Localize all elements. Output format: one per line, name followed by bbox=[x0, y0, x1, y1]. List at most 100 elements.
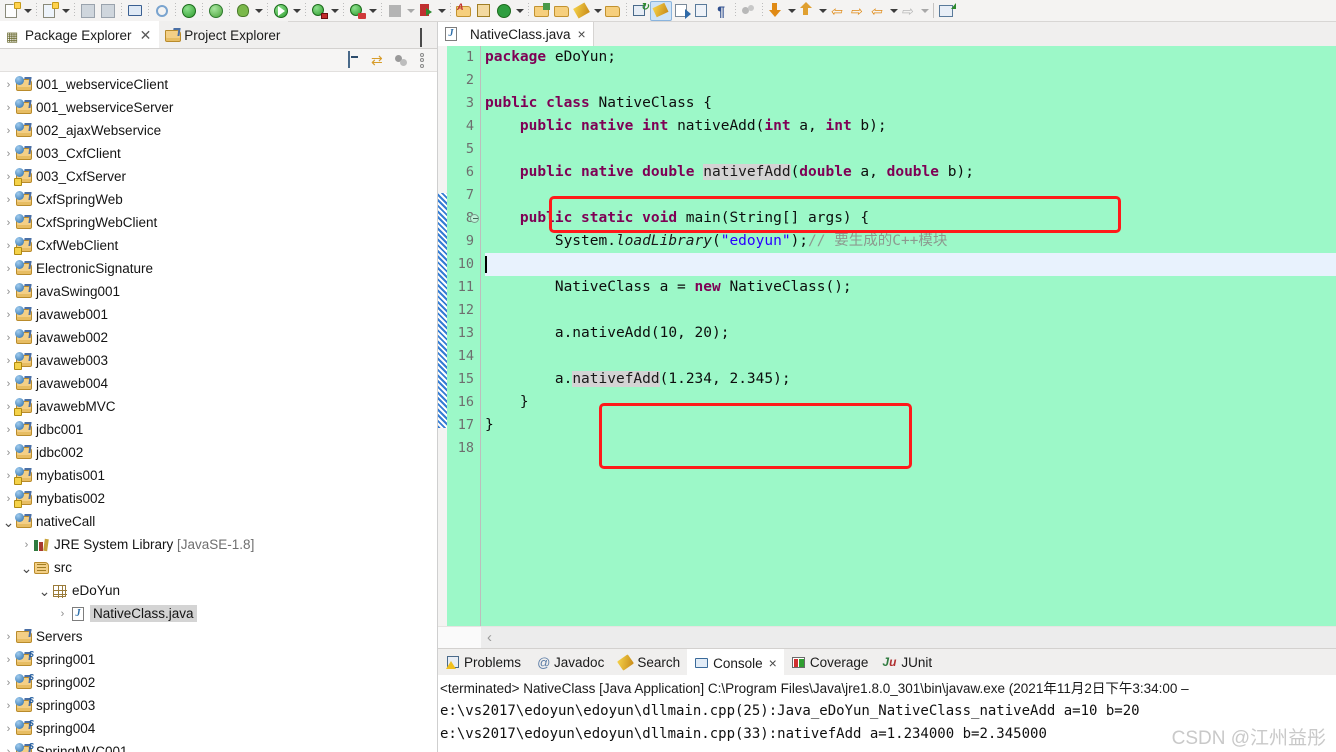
tree-item[interactable]: ⌄ nativeCall bbox=[0, 510, 437, 533]
chevron-right-icon[interactable]: › bbox=[2, 447, 15, 459]
view-more-icon[interactable] bbox=[417, 52, 427, 68]
console-output[interactable]: <terminated> NativeClass [Java Applicati… bbox=[438, 675, 1336, 752]
tree-item[interactable]: › 003_CxfServer bbox=[0, 165, 437, 188]
tree-item[interactable]: ⌄ eDoYun bbox=[0, 579, 437, 602]
link-with-editor-icon[interactable]: ⇄ bbox=[371, 52, 387, 68]
open-perspective-button[interactable] bbox=[937, 1, 957, 21]
run-external-tools-dropdown[interactable] bbox=[367, 3, 378, 19]
tree-item[interactable]: › 003_CxfClient bbox=[0, 142, 437, 165]
back-dropdown[interactable] bbox=[888, 3, 899, 19]
forward-dropdown[interactable] bbox=[919, 3, 930, 19]
tree-item[interactable]: › 001_webserviceServer bbox=[0, 96, 437, 119]
package-explorer-toolbar[interactable]: ⇄ bbox=[0, 49, 437, 72]
editor-tabbar[interactable]: NativeClass.java × bbox=[438, 22, 1336, 46]
tree-item[interactable]: › javaSwing001 bbox=[0, 280, 437, 303]
chevron-right-icon[interactable]: › bbox=[2, 125, 15, 137]
tree-item[interactable]: › mybatis002 bbox=[0, 487, 437, 510]
chevron-right-icon[interactable]: › bbox=[2, 309, 15, 321]
code-line[interactable]: public native double nativefAdd(double a… bbox=[485, 161, 1336, 184]
run-on-server-button[interactable] bbox=[309, 1, 329, 21]
tab-package-explorer[interactable]: ▦ Package Explorer ✕ bbox=[0, 21, 160, 48]
chevron-down-icon[interactable]: ⌄ bbox=[2, 515, 15, 529]
stop-button[interactable] bbox=[385, 1, 405, 21]
debug-dropdown[interactable] bbox=[253, 3, 264, 19]
generate-button[interactable] bbox=[494, 1, 514, 21]
maximize-icon[interactable] bbox=[420, 28, 433, 47]
tree-item[interactable]: › javaweb003 bbox=[0, 349, 437, 372]
console-tab-junit[interactable]: Ju JUnit bbox=[875, 649, 939, 675]
tree-item[interactable]: › Servers bbox=[0, 625, 437, 648]
chevron-right-icon[interactable]: › bbox=[2, 194, 15, 206]
download-button[interactable] bbox=[766, 1, 786, 21]
minimize-icon[interactable] bbox=[404, 31, 417, 44]
scroll-left-icon[interactable]: ‹ bbox=[487, 629, 492, 646]
chevron-down-icon[interactable]: ⌄ bbox=[20, 561, 33, 575]
previous-annotation-dropdown[interactable] bbox=[817, 3, 828, 19]
code-line[interactable] bbox=[485, 437, 1336, 460]
chevron-right-icon[interactable]: › bbox=[56, 608, 69, 620]
chevron-right-icon[interactable]: › bbox=[2, 332, 15, 344]
chevron-right-icon[interactable]: › bbox=[2, 148, 15, 160]
spring-boot-button[interactable] bbox=[206, 1, 226, 21]
forward-history-button[interactable]: ⇨ bbox=[848, 1, 868, 21]
tab-nativeclass-java[interactable]: NativeClass.java × bbox=[438, 22, 594, 46]
chevron-right-icon[interactable]: › bbox=[2, 677, 15, 689]
console-tab-search[interactable]: Search bbox=[611, 649, 687, 675]
code-line[interactable] bbox=[485, 69, 1336, 92]
tree-item[interactable]: › javawebMVC bbox=[0, 395, 437, 418]
open-folder-button[interactable] bbox=[603, 1, 623, 21]
new-wizard-button[interactable] bbox=[2, 1, 22, 21]
chevron-right-icon[interactable]: › bbox=[2, 263, 15, 275]
code-line[interactable] bbox=[485, 138, 1336, 161]
code-line[interactable] bbox=[485, 184, 1336, 207]
new-package-button[interactable] bbox=[474, 1, 494, 21]
tree-item[interactable]: › CxfWebClient bbox=[0, 234, 437, 257]
save-all-button[interactable] bbox=[98, 1, 118, 21]
code-line[interactable]: package eDoYun; bbox=[485, 46, 1336, 69]
code-line[interactable]: public native int nativeAdd(int a, int b… bbox=[485, 115, 1336, 138]
toggle-pilcrow-button[interactable]: ¶ bbox=[712, 1, 732, 21]
scrollbar-track[interactable]: ‹ bbox=[481, 626, 1336, 649]
console-tab-problems[interactable]: Problems bbox=[438, 649, 528, 675]
terminate-button[interactable] bbox=[179, 1, 199, 21]
code-line[interactable]: public class NativeClass { bbox=[485, 92, 1336, 115]
new-java-class-button[interactable] bbox=[40, 1, 60, 21]
chevron-right-icon[interactable]: › bbox=[2, 700, 15, 712]
run-dropdown[interactable] bbox=[291, 3, 302, 19]
chevron-right-icon[interactable]: › bbox=[2, 102, 15, 114]
code-line[interactable] bbox=[485, 299, 1336, 322]
tree-item[interactable]: › Sspring001 bbox=[0, 648, 437, 671]
console-tab-javadoc[interactable]: @ Javadoc bbox=[528, 649, 611, 675]
back-button[interactable]: ⇦ bbox=[868, 1, 888, 21]
project-tree[interactable]: › 001_webserviceClient › 001_webserviceServ… bbox=[0, 72, 437, 752]
save-button[interactable] bbox=[78, 1, 98, 21]
tree-item[interactable]: › JRE System Library [JavaSE-1.8] bbox=[0, 533, 437, 556]
refresh-search-button[interactable]: ↻ bbox=[630, 1, 650, 21]
tree-item[interactable]: › javaweb004 bbox=[0, 372, 437, 395]
code-line[interactable] bbox=[485, 345, 1336, 368]
console-tabbar[interactable]: Problems @ Javadoc Search Console × Coverage Ju… bbox=[438, 649, 1336, 675]
code-editor[interactable]: 123456789101112131415161718 package eDoY… bbox=[438, 46, 1336, 626]
fold-collapse-icon[interactable] bbox=[470, 214, 479, 223]
tree-item[interactable]: › mybatis001 bbox=[0, 464, 437, 487]
run-button[interactable] bbox=[271, 1, 291, 21]
stop-dropdown[interactable] bbox=[405, 3, 416, 19]
last-edit-location-button[interactable] bbox=[672, 1, 692, 21]
console-tab-coverage[interactable]: Coverage bbox=[784, 649, 876, 675]
chevron-right-icon[interactable]: › bbox=[2, 631, 15, 643]
chevron-right-icon[interactable]: › bbox=[2, 746, 15, 752]
forward-button[interactable]: ⇨ bbox=[899, 1, 919, 21]
back-history-button[interactable]: ⇦ bbox=[828, 1, 848, 21]
chevron-right-icon[interactable]: › bbox=[2, 723, 15, 735]
tree-item[interactable]: › Sspring004 bbox=[0, 717, 437, 740]
run-as-server-dropdown[interactable] bbox=[329, 3, 340, 19]
code-line[interactable]: System.loadLibrary("edoyun");// 要生成的C++模… bbox=[485, 230, 1336, 253]
chevron-down-icon[interactable]: ⌄ bbox=[38, 584, 51, 598]
tree-item[interactable]: › jdbc001 bbox=[0, 418, 437, 441]
editor-horizontal-scrollbar[interactable]: ‹ bbox=[438, 626, 1336, 649]
change-ruler[interactable] bbox=[438, 46, 447, 626]
new-wizard-dropdown[interactable] bbox=[22, 3, 33, 19]
chevron-right-icon[interactable]: › bbox=[2, 79, 15, 91]
previous-annotation-button[interactable] bbox=[797, 1, 817, 21]
show-whitespace-button[interactable] bbox=[692, 1, 712, 21]
